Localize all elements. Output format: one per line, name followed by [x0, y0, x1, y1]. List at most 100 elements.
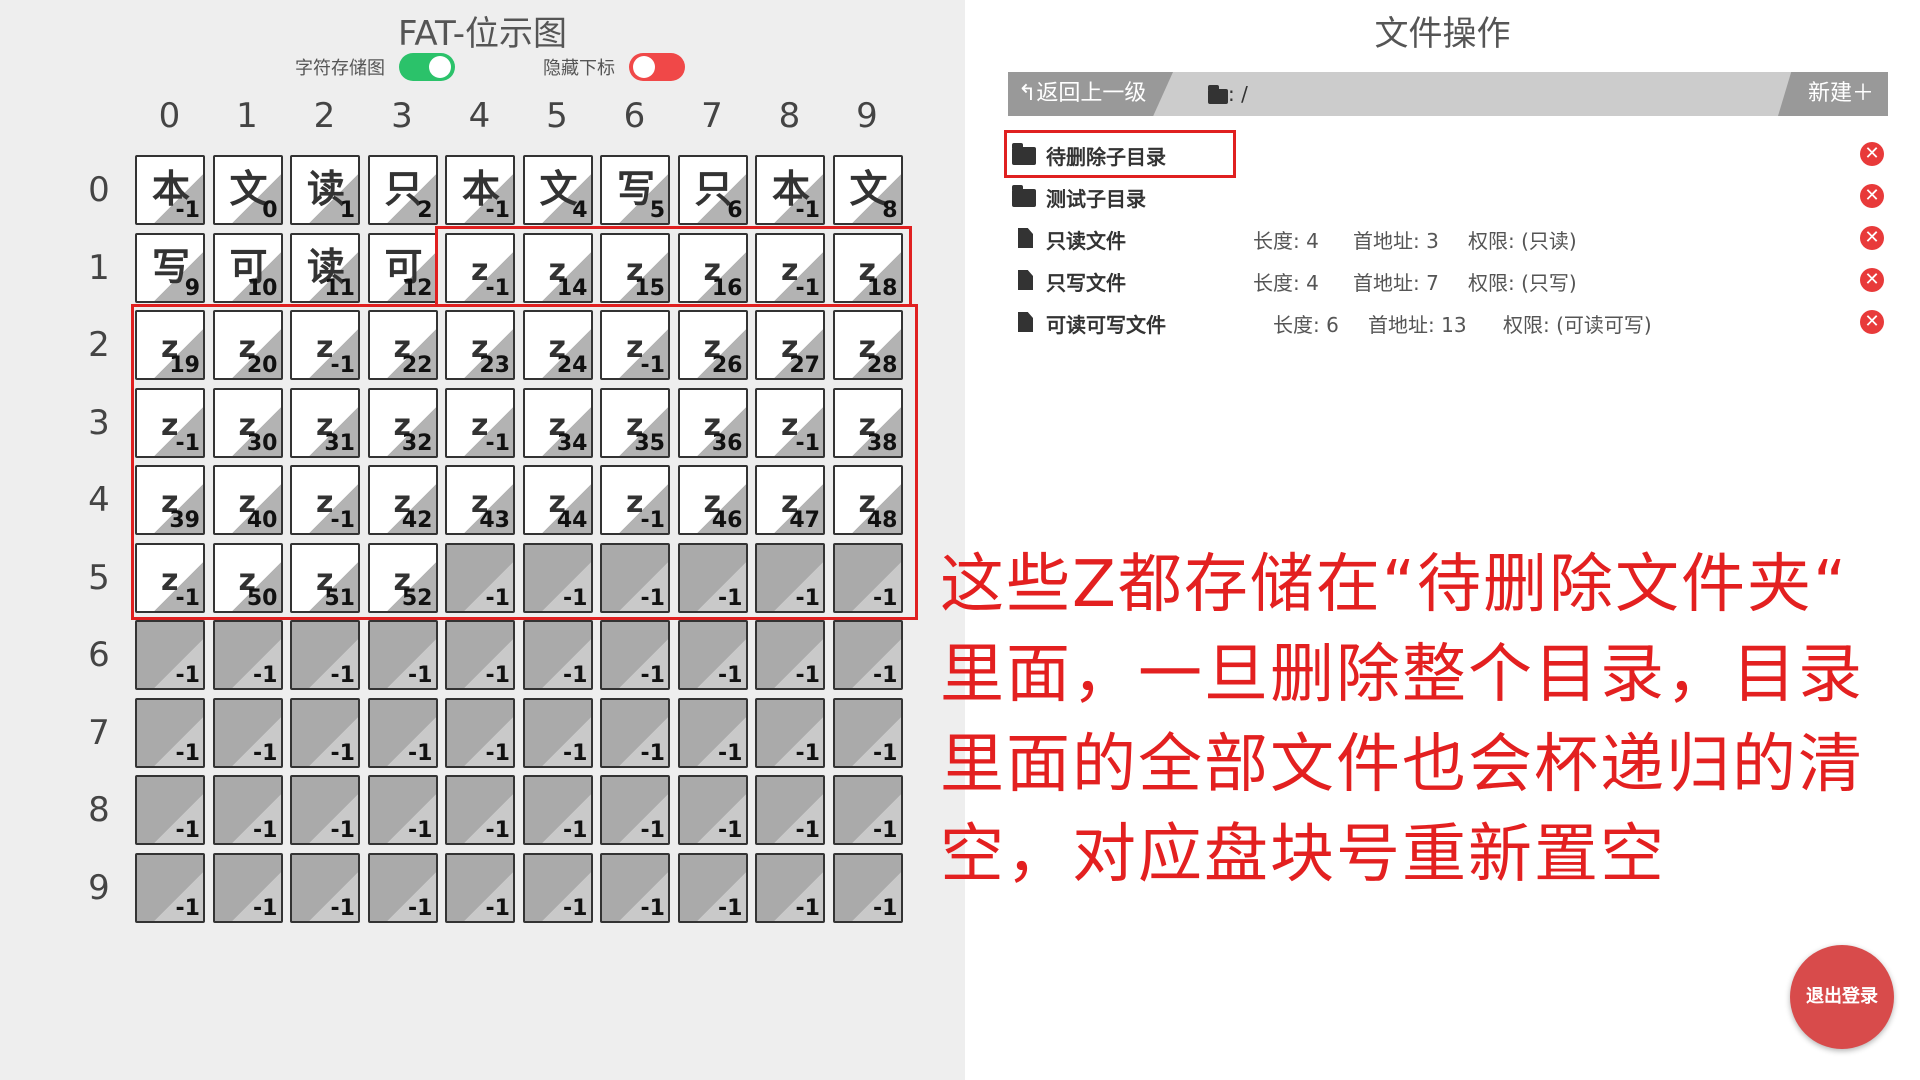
fat-cell[interactable]: -1 [212, 852, 283, 923]
fat-cell[interactable]: -1 [445, 697, 515, 768]
fat-cell[interactable]: -1 [212, 620, 283, 690]
hide-index-toggle[interactable] [629, 53, 685, 81]
delete-icon[interactable]: ✕ [1860, 268, 1884, 292]
cell-index: -1 [330, 663, 355, 688]
fat-cell[interactable]: -1 [135, 852, 205, 923]
fat-cell[interactable]: 读 11 [290, 232, 360, 303]
toggle-knob [429, 56, 451, 78]
new-button[interactable]: 新建＋ [1778, 72, 1888, 116]
column-label: 6 [623, 96, 646, 136]
fat-cell[interactable]: -1 [135, 697, 205, 768]
fat-cell[interactable]: -1 [755, 697, 825, 768]
hide-index-label: 隐藏下标 [543, 58, 615, 79]
fat-cell[interactable]: -1 [522, 620, 593, 690]
fat-cell[interactable]: -1 [600, 775, 670, 845]
column-label: 0 [158, 96, 181, 136]
fat-cell[interactable]: 写9 [135, 232, 205, 303]
file-row[interactable]: 只写文件 长度: 4 首地址: 7 权限: (只写) ✕ [1008, 260, 1888, 300]
fat-cell[interactable]: 文4 [522, 155, 593, 225]
fat-cell[interactable]: 读1 [290, 155, 360, 225]
cell-index: 8 [882, 198, 898, 223]
char-storage-toggle-row: 字符存储图 [295, 52, 455, 82]
entry-permission: 权限: (只写) [1468, 271, 1577, 295]
fat-cell[interactable]: -1 [367, 852, 438, 923]
fat-cell[interactable]: -1 [135, 620, 205, 690]
delete-icon[interactable]: ✕ [1860, 310, 1884, 334]
cell-index: 9 [184, 275, 200, 301]
fat-cell[interactable]: 只6 [677, 155, 748, 225]
fat-cell[interactable]: 本 -1 [755, 155, 825, 225]
fat-cell[interactable]: -1 [755, 620, 825, 690]
cell-index: -1 [175, 818, 200, 843]
fat-cell[interactable]: -1 [677, 775, 748, 845]
fat-cell[interactable]: -1 [212, 697, 283, 768]
fat-cell[interactable]: -1 [367, 775, 438, 845]
fat-cell[interactable]: -1 [600, 620, 670, 690]
fat-cell[interactable]: -1 [832, 852, 903, 923]
fat-cell[interactable]: 可 12 [367, 232, 438, 303]
fat-cell[interactable]: -1 [290, 775, 360, 845]
fat-cell[interactable]: 可 10 [212, 232, 283, 303]
fat-cell[interactable]: 文8 [832, 155, 903, 225]
cell-index: -1 [640, 740, 665, 766]
entry-name: 只写文件 [1046, 271, 1126, 295]
fat-cell[interactable]: -1 [445, 620, 515, 690]
entry-name: 可读可写文件 [1046, 313, 1166, 337]
cell-index: 2 [417, 198, 433, 223]
fat-cell[interactable]: -1 [290, 620, 360, 690]
fat-cell[interactable]: 写5 [600, 155, 670, 225]
column-label: 3 [391, 96, 413, 136]
highlight-box [1004, 130, 1236, 178]
fat-bitmap-panel: FAT-位示图 字符存储图 隐藏下标 01234567890123456789本… [0, 0, 965, 1080]
folder-row[interactable]: 待删除子目录 ✕ [1004, 130, 1888, 178]
cell-index: -1 [718, 818, 743, 843]
cell-index: -1 [175, 198, 200, 223]
char-storage-toggle[interactable] [399, 53, 455, 81]
fat-cell[interactable]: -1 [522, 775, 593, 845]
fat-cell[interactable]: -1 [445, 852, 515, 923]
fat-cell[interactable]: -1 [522, 852, 593, 923]
fat-cell[interactable]: 本 -1 [445, 155, 515, 225]
delete-icon[interactable]: ✕ [1860, 226, 1884, 250]
file-row[interactable]: 只读文件 长度: 4 首地址: 3 权限: (只读) ✕ [1008, 218, 1888, 258]
fat-cell[interactable]: -1 [677, 620, 748, 690]
fat-cell[interactable]: -1 [445, 775, 515, 845]
cell-index: -1 [253, 740, 278, 766]
fat-cell[interactable]: -1 [832, 697, 903, 768]
fat-cell[interactable]: -1 [290, 852, 360, 923]
cell-index: -1 [873, 818, 898, 843]
entry-address: 首地址: 3 [1353, 229, 1439, 253]
fat-cell[interactable]: -1 [367, 697, 438, 768]
fat-cell[interactable]: -1 [135, 775, 205, 845]
fat-cell[interactable]: -1 [212, 775, 283, 845]
cell-index: -1 [563, 895, 588, 921]
file-icon [1018, 312, 1033, 332]
fat-cell[interactable]: -1 [755, 852, 825, 923]
fat-cell[interactable]: -1 [677, 697, 748, 768]
fat-cell[interactable]: -1 [832, 775, 903, 845]
logout-button[interactable]: 退出登录 [1790, 945, 1894, 1049]
fat-cell[interactable]: -1 [677, 852, 748, 923]
fat-cell[interactable]: -1 [367, 620, 438, 690]
delete-icon[interactable]: ✕ [1860, 142, 1884, 166]
fat-cell[interactable]: 本 -1 [135, 155, 205, 225]
cell-index: -1 [485, 818, 510, 843]
file-row[interactable]: 可读可写文件 长度: 6 首地址: 13 权限: (可读可写) ✕ [1008, 302, 1888, 342]
cell-index: -1 [640, 895, 665, 921]
folder-row[interactable]: 测试子目录 ✕ [1008, 176, 1888, 216]
fat-cell[interactable]: 文0 [212, 155, 283, 225]
delete-icon[interactable]: ✕ [1860, 184, 1884, 208]
back-button[interactable]: ↰返回上一级 [1008, 72, 1173, 116]
cell-index: -1 [795, 818, 820, 843]
fat-cell[interactable]: -1 [290, 697, 360, 768]
cell-index: -1 [563, 740, 588, 766]
fat-cell[interactable]: -1 [832, 620, 903, 690]
fat-cell[interactable]: -1 [600, 852, 670, 923]
cell-index: 1 [339, 198, 355, 223]
fat-cell[interactable]: 只2 [367, 155, 438, 225]
fat-cell[interactable]: -1 [600, 697, 670, 768]
fat-cell[interactable]: -1 [755, 775, 825, 845]
fat-cell[interactable]: -1 [522, 697, 593, 768]
row-label: 9 [88, 867, 110, 908]
entry-length: 长度: 4 [1253, 229, 1319, 253]
